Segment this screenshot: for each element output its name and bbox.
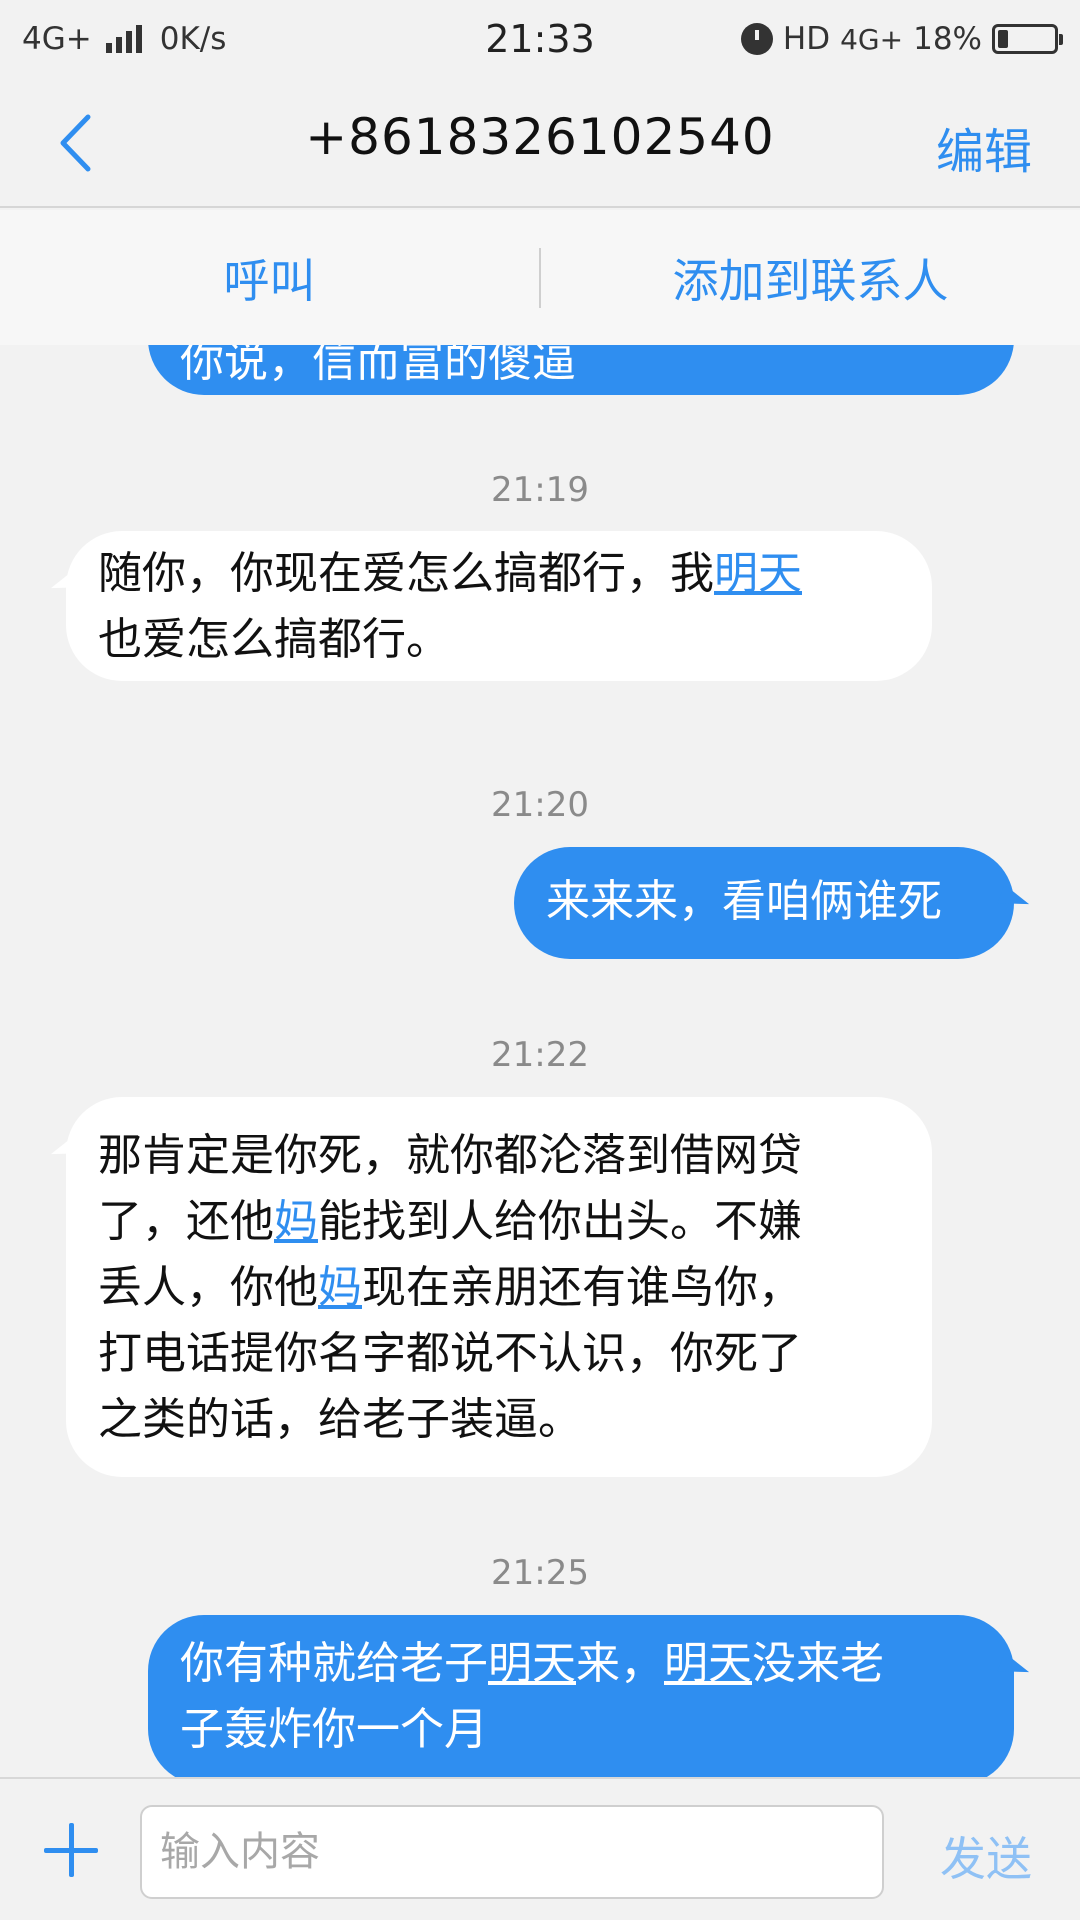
date-link[interactable]: 明天	[488, 1638, 576, 1689]
message-text: 也爱怎么搞都行。	[98, 614, 450, 665]
message-text: 来来来，看咱俩谁死	[546, 876, 942, 927]
timestamp: 21:25	[491, 1553, 589, 1593]
message-bubble-outgoing-partial[interactable]: 你说，信而富的傻逼	[148, 345, 1014, 395]
hd-indicator: HD	[782, 21, 831, 57]
battery-percent: 18%	[913, 21, 982, 57]
status-left: 4G+ 0K/s	[22, 21, 226, 57]
network-type-2: 4G+	[840, 22, 904, 56]
message-text: 之类的话，给老子装逼。	[98, 1394, 582, 1445]
network-type: 4G+	[22, 21, 92, 57]
send-button[interactable]: 发送	[940, 1823, 1032, 1889]
timestamp: 21:20	[491, 785, 589, 825]
status-right: HD 4G+ 18%	[740, 21, 1063, 57]
battery-icon	[992, 24, 1063, 54]
message-line: 了，还他妈能找到人给你出头。不嫌	[98, 1189, 900, 1255]
message-text: 现在亲朋还有谁鸟你，	[362, 1262, 802, 1313]
message-bubble-incoming[interactable]: 随你，你现在爱怎么搞都行，我明天 也爱怎么搞都行。	[66, 531, 932, 681]
message-text: 你说，信而富的傻逼	[180, 345, 576, 387]
plus-icon[interactable]	[40, 1819, 102, 1881]
message-line: 丢人，你他妈现在亲朋还有谁鸟你，	[98, 1255, 900, 1321]
signal-icon	[105, 25, 142, 53]
message-text: 丢人，你他	[98, 1262, 318, 1313]
message-line: 你有种就给老子明天来，明天没来老	[180, 1631, 982, 1697]
message-bubble-outgoing[interactable]: 来来来，看咱俩谁死	[514, 847, 1014, 959]
message-line: 随你，你现在爱怎么搞都行，我明天	[98, 541, 900, 607]
action-bar: 呼叫 添加到联系人	[0, 210, 1080, 345]
network-speed: 0K/s	[159, 21, 227, 57]
message-text: 那肯定是你死，就你都沦落到借网贷	[98, 1130, 802, 1181]
message-text: 打电话提你名字都说不认识，你死了	[98, 1328, 802, 1379]
conversation-header: +8618326102540 编辑	[0, 78, 1080, 208]
message-bubble-incoming[interactable]: 那肯定是你死，就你都沦落到借网贷 了，还他妈能找到人给你出头。不嫌 丢人，你他妈…	[66, 1097, 932, 1477]
battery-level	[998, 30, 1008, 48]
message-text: 没来老	[752, 1638, 884, 1689]
date-link[interactable]: 明天	[714, 548, 802, 599]
alarm-icon	[740, 23, 773, 55]
call-button[interactable]: 呼叫	[0, 245, 539, 311]
message-text: 随你，你现在爱怎么搞都行，我	[98, 548, 714, 599]
timestamp: 21:22	[491, 1035, 589, 1075]
status-bar: 4G+ 0K/s 21:33 HD 4G+ 18%	[0, 0, 1080, 78]
timestamp: 21:19	[491, 470, 589, 510]
message-text: 子轰炸你一个月	[180, 1704, 488, 1755]
message-text: 了，还他	[98, 1196, 274, 1247]
message-input[interactable]	[140, 1805, 884, 1899]
message-text: 能找到人给你出头。不嫌	[318, 1196, 802, 1247]
message-list[interactable]: 你说，信而富的傻逼 21:19 随你，你现在爱怎么搞都行，我明天 也爱怎么搞都行…	[0, 345, 1080, 1777]
add-to-contacts-button[interactable]: 添加到联系人	[541, 245, 1080, 311]
compose-bar: 发送	[0, 1777, 1080, 1920]
message-text: 你有种就给老子	[180, 1638, 488, 1689]
word-link[interactable]: 妈	[274, 1196, 318, 1247]
date-link[interactable]: 明天	[664, 1638, 752, 1689]
message-text: 来，	[576, 1638, 664, 1689]
edit-button[interactable]: 编辑	[936, 112, 1032, 182]
message-bubble-outgoing[interactable]: 你有种就给老子明天来，明天没来老 子轰炸你一个月	[148, 1615, 1014, 1777]
contact-number-title: +8618326102540	[305, 108, 775, 166]
word-link[interactable]: 妈	[318, 1262, 362, 1313]
